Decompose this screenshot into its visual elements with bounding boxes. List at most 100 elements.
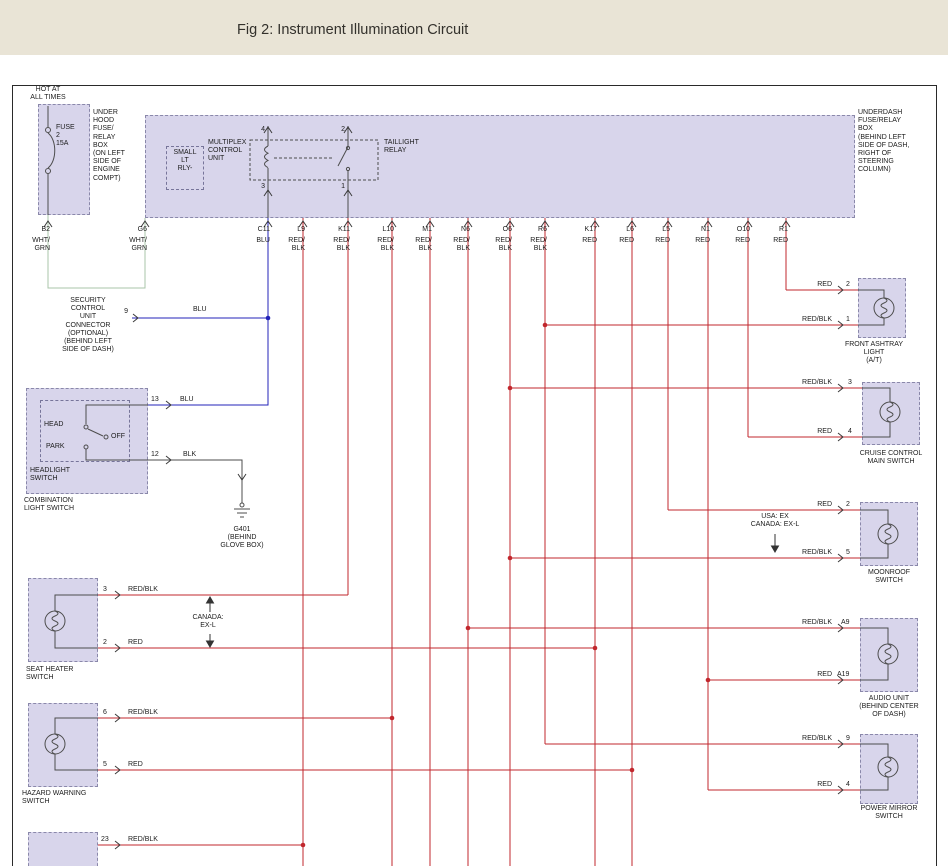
underhood-fuse-box — [38, 104, 90, 215]
cruise-pin4-label: 4 — [848, 428, 852, 436]
headlight-pos-park: PARK — [46, 443, 65, 451]
audio-wire-a19-label: RED — [772, 671, 832, 679]
hazard-wire5-label: RED — [128, 761, 143, 769]
headlight-wire12-label: BLK — [183, 451, 196, 459]
connector-color-c11: BLU — [230, 237, 270, 245]
page: Fig 2: Instrument Illumination Circuit — [0, 0, 948, 866]
bottom-wire23-label: RED/BLK — [128, 836, 158, 844]
hazard-wire6-label: RED/BLK — [128, 709, 158, 717]
hot-at-all-times-label: HOT AT ALL TIMES — [24, 86, 72, 102]
audio-unit-box — [860, 618, 918, 692]
headlight-switch-inner-box — [40, 400, 130, 462]
seat-heater-wire3-label: RED/BLK — [128, 586, 158, 594]
cruise-wire3-label: RED/BLK — [772, 379, 832, 387]
audio-wire-a9-label: RED/BLK — [772, 619, 832, 627]
mirror-pin4-label: 4 — [846, 781, 850, 789]
relay-pin-4: 4 — [251, 126, 265, 134]
connector-id-o10: O10 — [710, 226, 750, 234]
security-unit-label: SECURITY CONTROL UNIT CONNECTOR (OPTIONA… — [46, 297, 130, 354]
connector-id-n1: N1 — [670, 226, 710, 234]
mirror-switch-label: POWER MIRROR SWITCH — [840, 805, 938, 821]
ashtray-wire2-label: RED — [772, 281, 832, 289]
connector-color-g6: WHT/ GRN — [107, 237, 147, 253]
audio-pin-a9-label: A9 — [841, 619, 850, 627]
seat-heater-pin2-label: 2 — [103, 639, 107, 647]
seat-heater-pin3-label: 3 — [103, 586, 107, 594]
connector-color-n6: RED/ BLK — [430, 237, 470, 253]
mirror-switch-box — [860, 734, 918, 804]
ashtray-light-box — [858, 278, 906, 338]
moonroof-switch-label: MOONROOF SWITCH — [843, 569, 935, 585]
figure-title: Fig 2: Instrument Illumination Circuit — [237, 22, 468, 38]
ashtray-wire1-label: RED/BLK — [772, 316, 832, 324]
cruise-switch-label: CRUISE CONTROL MAIN SWITCH — [838, 450, 944, 466]
moonroof-switch-box — [860, 502, 918, 566]
connector-color-k17: RED — [557, 237, 597, 245]
moonroof-pin2-label: 2 — [846, 501, 850, 509]
security-wire-label: BLU — [193, 306, 207, 314]
moonroof-pin5-label: 5 — [846, 549, 850, 557]
cruise-switch-box — [862, 382, 920, 445]
seat-heater-switch-box — [28, 578, 98, 662]
moonroof-wire2-label: RED — [772, 501, 832, 509]
ashtray-pin2-label: 2 — [846, 281, 850, 289]
connector-id-r1: R1 — [748, 226, 788, 234]
underdash-box-label: UNDERDASH FUSE/RELAY BOX (BEHIND LEFT SI… — [858, 109, 909, 175]
connector-color-r1: RED — [748, 237, 788, 245]
connector-id-l9: L9 — [265, 226, 305, 234]
mirror-pin9-label: 9 — [846, 735, 850, 743]
audio-unit-label: AUDIO UNIT (BEHIND CENTER OF DASH) — [838, 695, 940, 720]
bottom-partial-box — [28, 832, 98, 866]
connector-id-b2: B2 — [10, 226, 50, 234]
connector-color-o6: RED/ BLK — [472, 237, 512, 253]
headlight-switch-label: HEADLIGHT SWITCH — [30, 467, 70, 483]
connector-color-l6: RED — [594, 237, 634, 245]
canada-exl-note: CANADA: EX-L — [184, 614, 232, 630]
fuse-label: FUSE 2 15A — [56, 124, 75, 149]
hazard-pin6-label: 6 — [103, 709, 107, 717]
connector-color-b2: WHT/ GRN — [10, 237, 50, 253]
ground-g401-label: G401 (BEHIND GLOVE BOX) — [210, 526, 274, 551]
connector-id-l5: L5 — [630, 226, 670, 234]
headlight-wire13-label: BLU — [180, 396, 194, 404]
connector-id-k11: K11 — [310, 226, 350, 234]
bottom-pin23-label: 23 — [101, 836, 109, 844]
ashtray-light-label: FRONT ASHTRAY LIGHT (A/T) — [828, 341, 920, 366]
connector-id-l10: L10 — [354, 226, 394, 234]
taillight-relay-label: TAILLIGHT RELAY — [384, 139, 419, 155]
hazard-switch-box — [28, 703, 98, 787]
relay-pin-2: 2 — [331, 126, 345, 134]
connector-color-l10: RED/ BLK — [354, 237, 394, 253]
relay-pin-1: 1 — [331, 183, 345, 191]
connector-id-m1: M1 — [392, 226, 432, 234]
connector-id-c11: C11 — [230, 226, 270, 234]
connector-color-n1: RED — [670, 237, 710, 245]
security-pin-label: 9 — [114, 308, 128, 316]
title-bar: Fig 2: Instrument Illumination Circuit — [0, 0, 948, 55]
hazard-switch-label: HAZARD WARNING SWITCH — [22, 790, 86, 806]
underhood-box-label: UNDER HOOD FUSE/ RELAY BOX (ON LEFT SIDE… — [93, 109, 125, 183]
combination-switch-label: COMBINATION LIGHT SWITCH — [24, 497, 74, 513]
seat-heater-switch-label: SEAT HEATER SWITCH — [26, 666, 73, 682]
connector-id-n6: N6 — [430, 226, 470, 234]
audio-pin-a19-label: A19 — [837, 671, 849, 679]
connector-id-r6: R6 — [507, 226, 547, 234]
connector-color-l9: RED/ BLK — [265, 237, 305, 253]
moonroof-wire5-label: RED/BLK — [772, 549, 832, 557]
connector-color-r6: RED/ BLK — [507, 237, 547, 253]
connector-color-m1: RED/ BLK — [392, 237, 432, 253]
headlight-pin13-label: 13 — [151, 396, 159, 404]
connector-color-o10: RED — [710, 237, 750, 245]
connector-color-l5: RED — [630, 237, 670, 245]
seat-heater-wire2-label: RED — [128, 639, 143, 647]
headlight-pos-head: HEAD — [44, 421, 63, 429]
headlight-pin12-label: 12 — [151, 451, 159, 459]
small-relay-label: SMALL LT RLY- — [167, 149, 203, 174]
connector-id-k17: K17 — [557, 226, 597, 234]
moonroof-usa-canada-note: USA: EX CANADA: EX-L — [733, 513, 817, 529]
multiplex-unit-label: MULTIPLEX CONTROL UNIT — [208, 139, 246, 164]
mirror-wire9-label: RED/BLK — [772, 735, 832, 743]
hazard-pin5-label: 5 — [103, 761, 107, 769]
connector-id-g6: G6 — [107, 226, 147, 234]
cruise-wire4-label: RED — [772, 428, 832, 436]
